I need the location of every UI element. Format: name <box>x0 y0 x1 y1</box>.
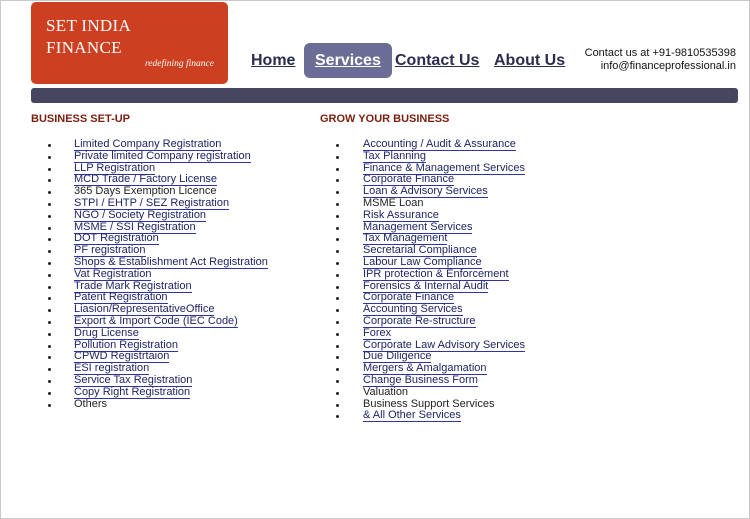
service-link[interactable]: Vat Registration <box>74 267 152 281</box>
logo-tagline: redefining finance <box>144 59 214 69</box>
service-link[interactable]: Private limited Company registration <box>74 149 251 163</box>
nav-about-us[interactable]: About Us <box>494 43 565 78</box>
service-text: Others <box>74 397 108 410</box>
service-link[interactable]: & All Other Services <box>363 409 461 423</box>
bullet-icon <box>48 273 51 277</box>
grow-business-list: Accounting / Audit & Assurance Tax Planni… <box>336 138 526 423</box>
bullet-icon <box>336 332 339 336</box>
bullet-icon <box>336 391 339 395</box>
list-item[interactable]: Forex <box>336 326 525 340</box>
bullet-icon <box>48 226 51 230</box>
service-link[interactable]: Tax Planning <box>363 149 426 163</box>
contact-phone: Contact us at +91-9810535398 <box>584 47 736 59</box>
nav-services[interactable]: Services <box>304 43 392 78</box>
logo-title-line1: SET INDIA <box>46 16 132 35</box>
list-item[interactable]: NGO / Society Registration <box>48 208 268 222</box>
list-item[interactable]: STPI / EHTP / SEZ Registration <box>48 196 268 210</box>
service-link[interactable]: Risk Assurance <box>363 208 439 222</box>
list-item[interactable]: & All Other Services <box>336 409 525 423</box>
bullet-icon <box>48 285 51 289</box>
bullet-icon <box>336 167 339 171</box>
bullet-icon <box>48 261 51 265</box>
bullet-icon <box>48 155 51 159</box>
bullet-icon <box>336 273 339 277</box>
service-text: Business Support Services <box>363 397 495 410</box>
bullet-icon <box>336 344 339 348</box>
list-item[interactable]: Service Tax Registration <box>48 373 268 387</box>
bullet-icon <box>336 379 339 383</box>
list-item[interactable]: Tax Planning <box>336 149 525 163</box>
list-item[interactable]: Vat Registration <box>48 267 268 281</box>
bullet-icon <box>48 403 51 407</box>
bullet-icon <box>336 320 339 324</box>
contact-info: Contact us at +91-9810535398 info@financ… <box>585 47 736 73</box>
list-item: Others <box>48 397 268 411</box>
service-link[interactable]: Export & Import Code (IEC Code) <box>74 314 238 328</box>
list-item: MSME Loan <box>336 196 525 210</box>
list-item[interactable]: Labour Law Compliance <box>336 255 525 269</box>
list-item[interactable]: Drug License <box>48 326 268 340</box>
bullet-icon <box>48 214 51 218</box>
bullet-icon <box>48 144 51 147</box>
list-item[interactable]: Shops & Establishment Act Registration <box>48 255 268 269</box>
bullet-icon <box>48 379 51 383</box>
bullet-icon <box>336 214 339 218</box>
nav-contact-us[interactable]: Contact Us <box>395 43 479 78</box>
bullet-icon <box>48 320 51 324</box>
service-link[interactable]: Service Tax Registration <box>74 373 193 387</box>
bullet-icon <box>48 344 51 348</box>
business-setup-heading: BUSINESS SET-UP <box>31 113 131 125</box>
bullet-icon <box>336 285 339 289</box>
business-setup-list: Limited Company Registration Private limi… <box>48 138 268 411</box>
list-item[interactable]: Risk Assurance <box>336 208 525 222</box>
service-link[interactable]: Drug License <box>74 326 139 340</box>
list-item[interactable]: IPR protection & Enforcement <box>336 267 525 281</box>
bullet-icon <box>336 403 339 407</box>
nav-home[interactable]: Home <box>251 43 295 78</box>
bullet-icon <box>336 261 339 265</box>
bullet-icon <box>48 202 51 206</box>
service-link[interactable]: NGO / Society Registration <box>74 208 207 222</box>
header-divider-bar <box>31 88 738 103</box>
service-link[interactable]: Corporate Re-structure <box>363 314 476 328</box>
service-link[interactable]: IPR protection & Enforcement <box>363 267 509 281</box>
list-item[interactable]: Export & Import Code (IEC Code) <box>48 314 268 328</box>
bullet-icon <box>48 332 51 336</box>
service-text: MSME Loan <box>363 196 424 209</box>
list-item[interactable]: Corporate Re-structure <box>336 314 525 328</box>
site-logo[interactable]: SET INDIA FINANCE redefining finance <box>31 2 228 84</box>
grow-business-heading: GROW YOUR BUSINESS <box>320 113 450 125</box>
bullet-icon <box>48 391 51 395</box>
list-item[interactable]: Private limited Company registration <box>48 149 268 163</box>
service-link[interactable]: Forex <box>363 326 392 340</box>
bullet-icon <box>336 144 339 147</box>
bullet-icon <box>48 167 51 171</box>
bullet-icon <box>336 155 339 159</box>
service-text: 365 Days Exemption Licence <box>74 185 217 198</box>
contact-email: info@financeprofessional.in <box>600 60 736 72</box>
service-text: Valuation <box>363 385 409 398</box>
bullet-icon <box>336 202 339 206</box>
bullet-icon <box>336 226 339 230</box>
logo-title-line2: FINANCE <box>46 38 122 57</box>
